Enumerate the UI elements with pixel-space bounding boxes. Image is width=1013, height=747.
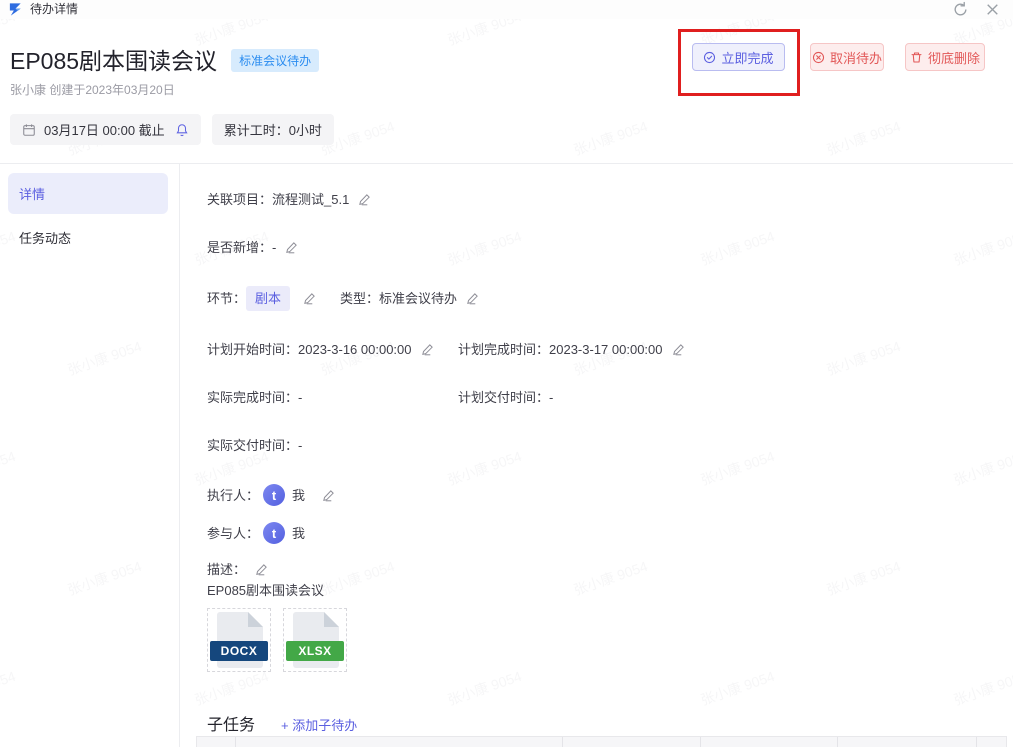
executor-value: 我 [292, 486, 305, 505]
description-text: EP085剧本围读会议 [207, 581, 1013, 600]
plan-deliver-value: - [549, 388, 553, 407]
plan-finish-value: 2023-3-17 00:00:00 [549, 340, 662, 359]
plan-start-label: 计划开始时间： [207, 340, 298, 359]
actual-deliver-row: 实际交付时间： - [207, 436, 1013, 455]
edit-plan-start-icon[interactable] [421, 343, 434, 356]
executor-label: 执行人： [207, 486, 259, 505]
hours-chip: 累计工时：0小时 [212, 114, 334, 145]
xlsx-ribbon: XLSX [286, 641, 344, 661]
cancel-todo-button[interactable]: 取消待办 [810, 43, 884, 71]
stage-label: 环节： [207, 289, 246, 308]
deadline-text: 03月17日 00:00 截止 [44, 120, 165, 139]
executor-row: 执行人： t 我 [207, 484, 1013, 506]
is-new-value: - [272, 238, 276, 257]
sidebar-item-details[interactable]: 详情 [8, 173, 168, 214]
description-label: 描述： [207, 560, 246, 579]
edit-project-icon[interactable] [358, 193, 371, 206]
cancel-label: 取消待办 [830, 48, 882, 67]
related-project-value: 流程测试_5.1 [272, 190, 349, 209]
edit-is-new-icon[interactable] [285, 241, 298, 254]
stage-tag: 剧本 [246, 286, 290, 311]
plan-start-value: 2023-3-16 00:00:00 [298, 340, 411, 359]
page-title-row: EP085剧本围读会议标准会议待办 [10, 42, 319, 76]
related-project-label: 关联项目： [207, 190, 272, 209]
sidebar: 详情 任务动态 [0, 164, 180, 747]
plan-deliver-label: 计划交付时间： [458, 388, 549, 407]
is-new-label: 是否新增： [207, 238, 272, 257]
plan-times-row: 计划开始时间： 2023-3-16 00:00:00 计划完成时间： 2023-… [207, 340, 1013, 359]
check-circle-icon [703, 51, 716, 64]
participant-row: 参与人： t 我 [207, 522, 1013, 544]
attachment-docx[interactable]: DOCX [207, 608, 271, 672]
sidebar-item-activity[interactable]: 任务动态 [0, 214, 179, 261]
participant-avatar: t [263, 522, 285, 544]
attachment-xlsx[interactable]: XLSX [283, 608, 347, 672]
actual-finish-label: 实际完成时间： [207, 388, 298, 407]
actual-finish-value: - [298, 388, 302, 407]
todo-type-badge: 标准会议待办 [231, 49, 319, 72]
participant-value: 我 [292, 524, 305, 543]
hours-text: 累计工时：0小时 [224, 120, 322, 139]
docx-ribbon: DOCX [210, 641, 268, 661]
related-project-row: 关联项目： 流程测试_5.1 [207, 190, 1013, 209]
cancel-circle-icon [812, 51, 825, 64]
deadline-chip: 03月17日 00:00 截止 [10, 114, 201, 145]
edit-stage-icon[interactable] [303, 292, 316, 305]
watermark-text: 张小康 9054 [571, 116, 650, 160]
actual-deliver-value: - [298, 436, 302, 455]
creator-line: 张小康 创建于2023年03月20日 [10, 81, 175, 98]
refresh-icon[interactable] [952, 1, 969, 18]
trash-icon [910, 51, 923, 64]
subtask-table-header [196, 736, 1007, 747]
app-logo-icon [8, 2, 23, 17]
calendar-icon [22, 123, 36, 137]
actual-deliver-label: 实际交付时间： [207, 436, 298, 455]
description-row: 描述： [207, 560, 1013, 579]
type-label: 类型： [340, 289, 379, 308]
subtask-header: 子任务 + 添加子待办 [207, 716, 1013, 735]
stage-type-row: 环节： 剧本 类型： 标准会议待办 [207, 286, 1013, 311]
window-title: 待办详情 [30, 0, 78, 19]
todo-title: EP085剧本围读会议 [10, 48, 217, 74]
complete-label: 立即完成 [721, 48, 773, 67]
is-new-row: 是否新增： - [207, 238, 1013, 257]
edit-executor-icon[interactable] [322, 489, 335, 502]
subtask-title: 子任务 [207, 716, 255, 735]
close-icon[interactable] [984, 1, 1001, 18]
actual-finish-row: 实际完成时间： - 计划交付时间： - [207, 388, 1013, 407]
complete-button[interactable]: 立即完成 [692, 43, 785, 71]
window-titlebar: 待办详情 [0, 0, 1013, 19]
details-panel: 关联项目： 流程测试_5.1 是否新增： - 环节： 剧本 类型： 标准会议待办 [180, 164, 1013, 747]
watermark-text: 张小康 9054 [824, 116, 903, 160]
participant-label: 参与人： [207, 524, 259, 543]
edit-plan-finish-icon[interactable] [672, 343, 685, 356]
edit-description-icon[interactable] [255, 563, 268, 576]
type-value: 标准会议待办 [379, 289, 457, 308]
delete-button[interactable]: 彻底删除 [905, 43, 985, 71]
executor-avatar: t [263, 484, 285, 506]
delete-label: 彻底删除 [928, 48, 980, 67]
plan-finish-label: 计划完成时间： [458, 340, 549, 359]
add-subtask-link[interactable]: + 添加子待办 [281, 716, 357, 735]
edit-type-icon[interactable] [466, 292, 479, 305]
bell-icon[interactable] [175, 123, 189, 137]
